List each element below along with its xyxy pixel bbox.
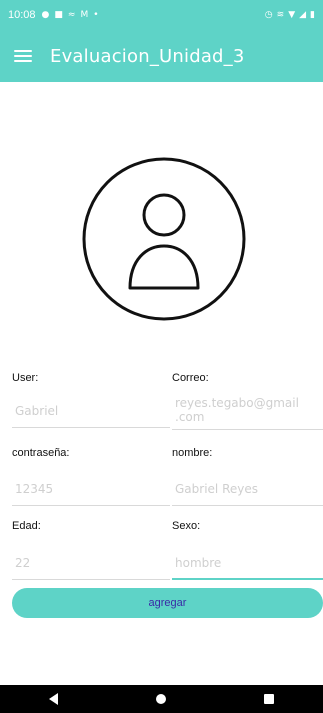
correo-input[interactable]: reyes.tegabo@gmail .com — [172, 396, 323, 430]
app-bar: Evaluacion_Unidad_3 — [0, 30, 323, 82]
home-icon[interactable] — [156, 694, 166, 704]
password-label: contraseña: — [12, 447, 70, 459]
facebook-icon: ● — [41, 10, 50, 20]
cell-signal-icon: ◢ — [299, 10, 307, 20]
user-label: User: — [12, 372, 39, 384]
user-profile-icon — [80, 150, 248, 328]
status-left-icons: ● ■ ≈ M • — [42, 10, 99, 20]
sexo-label: Sexo: — [172, 520, 201, 532]
wave-icon: ≈ — [67, 10, 76, 20]
nombre-label: nombre: — [172, 447, 213, 459]
user-input[interactable]: Gabriel — [12, 402, 170, 428]
sexo-input[interactable]: hombre — [172, 554, 323, 580]
status-bar: 10:08 ● ■ ≈ M • ◷ ≋ ▼ ◢ ▮ — [0, 0, 323, 30]
battery-icon: ▮ — [310, 10, 315, 20]
youtube-icon: ■ — [54, 10, 63, 20]
password-input[interactable]: 12345 — [12, 480, 170, 506]
back-icon[interactable] — [49, 693, 58, 705]
system-nav-bar — [0, 685, 323, 713]
dot-icon: • — [93, 10, 99, 20]
signal-icon: ≋ — [276, 10, 285, 20]
gmail-icon: M — [80, 10, 89, 20]
correo-label: Correo: — [172, 372, 209, 384]
wifi-icon: ▼ — [288, 10, 296, 20]
edad-input[interactable]: 22 — [12, 554, 170, 580]
nombre-input[interactable]: Gabriel Reyes — [172, 480, 323, 506]
add-button[interactable]: agregar — [12, 588, 323, 618]
status-time: 10:08 — [8, 9, 36, 21]
edad-label: Edad: — [12, 520, 41, 532]
status-right-icons: ◷ ≋ ▼ ◢ ▮ — [265, 10, 315, 20]
app-title: Evaluacion_Unidad_3 — [50, 45, 245, 67]
alarm-icon: ◷ — [264, 10, 273, 20]
hamburger-menu-icon[interactable] — [14, 50, 32, 62]
recents-icon[interactable] — [264, 694, 274, 704]
